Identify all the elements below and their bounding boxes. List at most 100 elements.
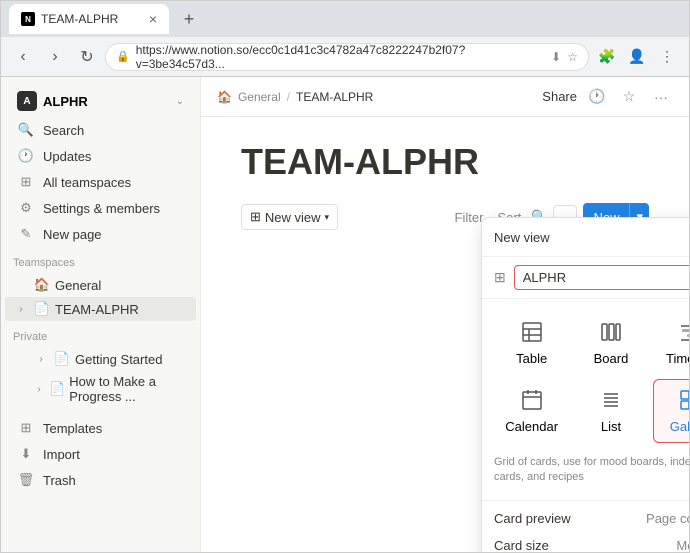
settings-icon: ⚙ xyxy=(17,199,35,217)
new-tab-btn[interactable]: + xyxy=(175,5,203,33)
team-alphr-label: TEAM-ALPHR xyxy=(55,302,139,317)
breadcrumb-page-icon: 🏠 xyxy=(217,90,232,104)
back-btn[interactable]: ‹ xyxy=(9,43,37,71)
view-types-grid: Table Board xyxy=(482,299,689,455)
browser-toolbar: ‹ › ↻ 🔒 https://www.notion.so/ecc0c1d41c… xyxy=(1,37,689,77)
sidebar-item-import[interactable]: ⬇ Import xyxy=(5,441,196,467)
view-type-calendar[interactable]: Calendar xyxy=(494,379,569,443)
panel-option-card-size[interactable]: Card size Medium › xyxy=(482,532,689,552)
history-icon[interactable]: 🕐 xyxy=(585,85,609,109)
general-label: General xyxy=(55,278,101,293)
breadcrumb-current: TEAM-ALPHR xyxy=(296,90,373,104)
trash-icon: 🗑 xyxy=(17,471,35,489)
view-type-timeline[interactable]: Timeline xyxy=(653,311,689,375)
private-section-label: Private xyxy=(1,321,200,347)
how-to-icon: 📄 xyxy=(49,380,65,398)
sidebar-item-all-teamspaces[interactable]: ⊞ All teamspaces xyxy=(5,169,196,195)
panel-header: New view × xyxy=(482,218,689,257)
general-icon: 🏠 xyxy=(33,276,51,294)
panel-name-input[interactable] xyxy=(514,265,689,290)
page-content: TEAM-ALPHR ⊞ New view ▾ Filter Sort 🔍 ··… xyxy=(201,117,689,552)
sidebar-bottom: ⊞ Templates ⬇ Import 🗑 Trash xyxy=(1,415,200,493)
workspace-chevron-icon: ⌄ xyxy=(176,96,184,107)
panel-option-card-preview[interactable]: Card preview Page content › xyxy=(482,505,689,532)
board-view-icon xyxy=(599,320,623,347)
getting-started-chevron-icon: › xyxy=(33,354,49,365)
view-type-list[interactable]: List xyxy=(573,379,648,443)
sidebar-item-search[interactable]: 🔍 Search xyxy=(5,117,196,143)
calendar-view-label: Calendar xyxy=(505,419,558,434)
team-alphr-icon: 📄 xyxy=(33,300,51,318)
list-view-icon xyxy=(599,388,623,415)
address-bar[interactable]: 🔒 https://www.notion.so/ecc0c1d41c3c4782… xyxy=(105,43,589,71)
sidebar-item-settings[interactable]: ⚙ Settings & members xyxy=(5,195,196,221)
sidebar-item-templates[interactable]: ⊞ Templates xyxy=(5,415,196,441)
search-icon: 🔍 xyxy=(17,121,35,139)
sidebar-settings-label: Settings & members xyxy=(43,201,160,216)
topbar: 🏠 General / TEAM-ALPHR Share 🕐 ☆ ··· xyxy=(201,77,689,117)
how-to-label: How to Make a Progress ... xyxy=(69,374,188,404)
timeline-view-icon xyxy=(678,320,689,347)
share-btn[interactable]: Share xyxy=(542,89,577,104)
breadcrumb-separator: / xyxy=(287,90,290,104)
getting-started-icon: 📄 xyxy=(53,350,71,368)
browser-tab[interactable]: N TEAM-ALPHR × xyxy=(9,4,169,34)
view-type-board[interactable]: Board xyxy=(573,311,648,375)
address-download-icon: ⬇ xyxy=(551,50,561,64)
card-size-value: Medium › xyxy=(676,538,689,552)
sidebar-item-general[interactable]: 🏠 General xyxy=(5,273,196,297)
how-to-chevron-icon: › xyxy=(33,384,45,395)
browser-titlebar: N TEAM-ALPHR × + xyxy=(1,1,689,37)
board-view-label: Board xyxy=(594,351,629,366)
import-label: Import xyxy=(43,447,80,462)
browser-more-btn[interactable]: ⋮ xyxy=(653,43,681,71)
calendar-view-icon xyxy=(520,388,544,415)
trash-label: Trash xyxy=(43,473,76,488)
tab-favicon: N xyxy=(21,12,35,26)
sidebar-item-getting-started[interactable]: › 📄 Getting Started xyxy=(5,347,196,371)
new-view-btn[interactable]: ⊞ New view ▾ xyxy=(241,204,338,230)
panel-description: Grid of cards, use for mood boards, inde… xyxy=(482,455,689,496)
card-size-label: Card size xyxy=(494,538,676,552)
view-btn-chevron-icon: ▾ xyxy=(325,212,330,223)
card-preview-label: Card preview xyxy=(494,511,646,526)
refresh-btn[interactable]: ↻ xyxy=(73,43,101,71)
list-view-label: List xyxy=(601,419,621,434)
sidebar-item-new-page[interactable]: ✎ New page xyxy=(5,221,196,247)
sidebar-item-trash[interactable]: 🗑 Trash xyxy=(5,467,196,493)
sidebar-item-updates[interactable]: 🕐 Updates xyxy=(5,143,196,169)
workspace-name: ALPHR xyxy=(43,94,170,109)
new-view-panel: New view × ⊞ xyxy=(481,217,689,552)
forward-btn[interactable]: › xyxy=(41,43,69,71)
workspace-avatar: A xyxy=(17,91,37,111)
view-type-table[interactable]: Table xyxy=(494,311,569,375)
table-view-icon xyxy=(520,320,544,347)
view-btn-icon: ⊞ xyxy=(250,209,261,225)
panel-title: New view xyxy=(494,230,689,245)
address-text: https://www.notion.so/ecc0c1d41c3c4782a4… xyxy=(136,43,545,71)
panel-view-type-icon: ⊞ xyxy=(494,269,506,286)
workspace-selector[interactable]: A ALPHR ⌄ xyxy=(5,85,196,117)
templates-icon: ⊞ xyxy=(17,419,35,437)
favorite-icon[interactable]: ☆ xyxy=(617,85,641,109)
tab-close-btn[interactable]: × xyxy=(149,11,157,27)
view-type-gallery[interactable]: Gallery xyxy=(653,379,689,443)
topbar-right: Share 🕐 ☆ ··· xyxy=(542,85,673,109)
tab-title: TEAM-ALPHR xyxy=(41,12,118,26)
sidebar-search-label: Search xyxy=(43,123,84,138)
import-icon: ⬇ xyxy=(17,445,35,463)
profile-btn[interactable]: 👤 xyxy=(623,43,651,71)
sidebar-item-team-alphr[interactable]: › 📄 TEAM-ALPHR xyxy=(5,297,196,321)
sidebar-updates-label: Updates xyxy=(43,149,91,164)
panel-divider-1 xyxy=(482,500,689,501)
extensions-btn[interactable]: 🧩 xyxy=(593,43,621,71)
page-title: TEAM-ALPHR xyxy=(241,141,649,183)
app-body: A ALPHR ⌄ 🔍 Search 🕐 Updates ⊞ All teams… xyxy=(1,77,689,552)
breadcrumb-parent[interactable]: General xyxy=(238,90,281,104)
updates-icon: 🕐 xyxy=(17,147,35,165)
security-icon: 🔒 xyxy=(116,50,130,63)
table-view-label: Table xyxy=(516,351,547,366)
address-star-icon[interactable]: ☆ xyxy=(567,50,578,64)
more-options-icon[interactable]: ··· xyxy=(649,85,673,109)
sidebar-item-how-to[interactable]: › 📄 How to Make a Progress ... xyxy=(5,371,196,407)
